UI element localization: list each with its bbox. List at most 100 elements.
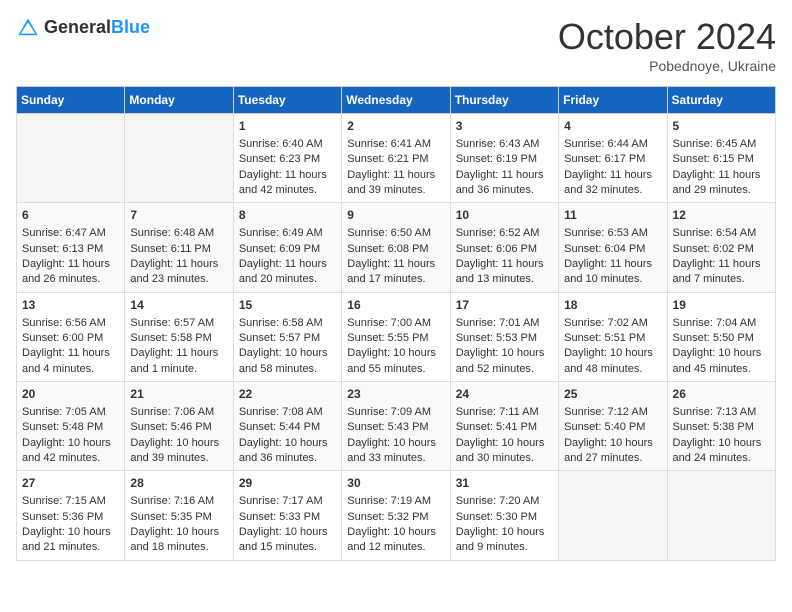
daylight-text: Daylight: 11 hours and 1 minute. (130, 346, 227, 377)
daylight-text: Daylight: 10 hours and 24 minutes. (673, 436, 770, 467)
sunset-text: Sunset: 6:23 PM (239, 152, 336, 167)
sunrise-text: Sunrise: 6:43 AM (456, 137, 553, 152)
daylight-text: Daylight: 10 hours and 42 minutes. (22, 436, 119, 467)
sunrise-text: Sunrise: 6:53 AM (564, 226, 661, 241)
sunset-text: Sunset: 5:35 PM (130, 510, 227, 525)
sunset-text: Sunset: 5:46 PM (130, 420, 227, 435)
day-number: 20 (22, 386, 119, 403)
day-cell: 28Sunrise: 7:16 AMSunset: 5:35 PMDayligh… (125, 471, 233, 560)
day-cell: 12 Sunrise: 6:54 AMSunset: 6:02 PMDayligh… (667, 203, 775, 292)
weekday-header-monday: Monday (125, 87, 233, 114)
daylight-text: Daylight: 11 hours and 10 minutes. (564, 257, 661, 288)
daylight-text: Daylight: 11 hours and 17 minutes. (347, 257, 444, 288)
sunset-text: Sunset: 6:00 PM (22, 331, 119, 346)
daylight-text: Daylight: 10 hours and 18 minutes. (130, 525, 227, 556)
sunset-text: Sunset: 5:53 PM (456, 331, 553, 346)
daylight-text: Daylight: 11 hours and 36 minutes. (456, 168, 553, 199)
sunrise-text: Sunrise: 7:12 AM (564, 405, 661, 420)
sunset-text: Sunset: 5:33 PM (239, 510, 336, 525)
weekday-header-thursday: Thursday (450, 87, 558, 114)
day-number: 2 (347, 118, 444, 135)
sunset-text: Sunset: 5:48 PM (22, 420, 119, 435)
week-row-4: 27Sunrise: 7:15 AMSunset: 5:36 PMDayligh… (17, 471, 776, 560)
sunset-text: Sunset: 5:40 PM (564, 420, 661, 435)
daylight-text: Daylight: 10 hours and 48 minutes. (564, 346, 661, 377)
title-block: October 2024 Pobednoye, Ukraine (558, 16, 776, 74)
sunrise-text: Sunrise: 7:11 AM (456, 405, 553, 420)
daylight-text: Daylight: 10 hours and 52 minutes. (456, 346, 553, 377)
day-number: 26 (673, 386, 770, 403)
day-cell: 27Sunrise: 7:15 AMSunset: 5:36 PMDayligh… (17, 471, 125, 560)
weekday-header-tuesday: Tuesday (233, 87, 341, 114)
day-number: 12 (673, 207, 770, 224)
day-cell: 7Sunrise: 6:48 AMSunset: 6:11 PMDaylight… (125, 203, 233, 292)
sunset-text: Sunset: 5:32 PM (347, 510, 444, 525)
day-cell (559, 471, 667, 560)
daylight-text: Daylight: 11 hours and 42 minutes. (239, 168, 336, 199)
daylight-text: Daylight: 10 hours and 30 minutes. (456, 436, 553, 467)
day-number: 8 (239, 207, 336, 224)
sunset-text: Sunset: 5:57 PM (239, 331, 336, 346)
day-number: 19 (673, 297, 770, 314)
day-number: 11 (564, 207, 661, 224)
day-cell: 30Sunrise: 7:19 AMSunset: 5:32 PMDayligh… (342, 471, 450, 560)
sunrise-text: Sunrise: 7:04 AM (673, 316, 770, 331)
sunset-text: Sunset: 5:51 PM (564, 331, 661, 346)
location: Pobednoye, Ukraine (558, 58, 776, 74)
daylight-text: Daylight: 10 hours and 55 minutes. (347, 346, 444, 377)
weekday-header-saturday: Saturday (667, 87, 775, 114)
sunset-text: Sunset: 6:19 PM (456, 152, 553, 167)
sunrise-text: Sunrise: 7:09 AM (347, 405, 444, 420)
sunset-text: Sunset: 5:43 PM (347, 420, 444, 435)
daylight-text: Daylight: 10 hours and 45 minutes. (673, 346, 770, 377)
daylight-text: Daylight: 10 hours and 33 minutes. (347, 436, 444, 467)
week-row-2: 13Sunrise: 6:56 AMSunset: 6:00 PMDayligh… (17, 292, 776, 381)
sunrise-text: Sunrise: 7:00 AM (347, 316, 444, 331)
weekday-header-friday: Friday (559, 87, 667, 114)
sunrise-text: Sunrise: 6:54 AM (673, 226, 770, 241)
sunrise-text: Sunrise: 7:13 AM (673, 405, 770, 420)
sunset-text: Sunset: 6:08 PM (347, 242, 444, 257)
calendar-table: SundayMondayTuesdayWednesdayThursdayFrid… (16, 86, 776, 561)
daylight-text: Daylight: 10 hours and 36 minutes. (239, 436, 336, 467)
day-cell: 8Sunrise: 6:49 AMSunset: 6:09 PMDaylight… (233, 203, 341, 292)
sunset-text: Sunset: 6:04 PM (564, 242, 661, 257)
day-number: 22 (239, 386, 336, 403)
day-cell: 15Sunrise: 6:58 AMSunset: 5:57 PMDayligh… (233, 292, 341, 381)
sunrise-text: Sunrise: 6:44 AM (564, 137, 661, 152)
day-cell: 1Sunrise: 6:40 AMSunset: 6:23 PMDaylight… (233, 114, 341, 203)
week-row-3: 20Sunrise: 7:05 AMSunset: 5:48 PMDayligh… (17, 382, 776, 471)
day-number: 4 (564, 118, 661, 135)
daylight-text: Daylight: 11 hours and 7 minutes. (673, 257, 770, 288)
sunset-text: Sunset: 6:15 PM (673, 152, 770, 167)
day-cell: 13Sunrise: 6:56 AMSunset: 6:00 PMDayligh… (17, 292, 125, 381)
day-number: 24 (456, 386, 553, 403)
sunset-text: Sunset: 5:58 PM (130, 331, 227, 346)
day-number: 9 (347, 207, 444, 224)
daylight-text: Daylight: 11 hours and 39 minutes. (347, 168, 444, 199)
week-row-0: 1Sunrise: 6:40 AMSunset: 6:23 PMDaylight… (17, 114, 776, 203)
day-number: 29 (239, 475, 336, 492)
day-number: 23 (347, 386, 444, 403)
logo-icon (16, 16, 40, 40)
daylight-text: Daylight: 10 hours and 12 minutes. (347, 525, 444, 556)
sunset-text: Sunset: 6:02 PM (673, 242, 770, 257)
daylight-text: Daylight: 10 hours and 9 minutes. (456, 525, 553, 556)
logo-text-blue: Blue (111, 17, 150, 37)
sunset-text: Sunset: 5:38 PM (673, 420, 770, 435)
day-cell: 10Sunrise: 6:52 AMSunset: 6:06 PMDayligh… (450, 203, 558, 292)
sunrise-text: Sunrise: 7:06 AM (130, 405, 227, 420)
weekday-header-row: SundayMondayTuesdayWednesdayThursdayFrid… (17, 87, 776, 114)
day-cell: 31Sunrise: 7:20 AMSunset: 5:30 PMDayligh… (450, 471, 558, 560)
sunset-text: Sunset: 5:41 PM (456, 420, 553, 435)
sunrise-text: Sunrise: 6:58 AM (239, 316, 336, 331)
day-cell: 11 Sunrise: 6:53 AMSunset: 6:04 PMDayligh… (559, 203, 667, 292)
day-number: 10 (456, 207, 553, 224)
day-number: 21 (130, 386, 227, 403)
sunrise-text: Sunrise: 6:40 AM (239, 137, 336, 152)
sunrise-text: Sunrise: 6:57 AM (130, 316, 227, 331)
sunrise-text: Sunrise: 6:56 AM (22, 316, 119, 331)
day-number: 3 (456, 118, 553, 135)
day-cell: 2Sunrise: 6:41 AMSunset: 6:21 PMDaylight… (342, 114, 450, 203)
day-cell: 16Sunrise: 7:00 AMSunset: 5:55 PMDayligh… (342, 292, 450, 381)
